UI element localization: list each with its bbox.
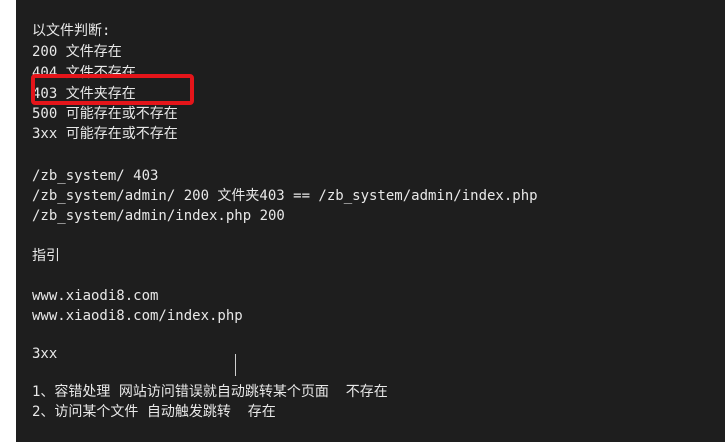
editor-line: /zb_system/admin/index.php 200 — [32, 208, 285, 224]
editor-line: 2、访问某个文件 自动触发跳转 存在 — [32, 404, 276, 420]
editor-line: 1、容错处理 网站访问错误就自动跳转某个页面 不存在 — [32, 384, 388, 400]
editor-line: 3xx — [32, 346, 58, 362]
editor-line: 指引 — [32, 248, 60, 264]
editor-line: 500 可能存在或不存在 — [32, 106, 178, 122]
highlight-annotation-box — [31, 74, 194, 105]
editor-line: 3xx 可能存在或不存在 — [32, 126, 178, 142]
editor-line: /zb_system/ 403 — [32, 168, 159, 184]
text-editor[interactable]: 以文件判断: 200 文件存在 404 文件不存在 403 文件夹存在 500 … — [16, 0, 725, 442]
screenshot-window: 以文件判断: 200 文件存在 404 文件不存在 403 文件夹存在 500 … — [0, 0, 725, 442]
editor-line: /zb_system/admin/ 200 文件夹403 == /zb_syst… — [32, 188, 538, 204]
editor-line: 以文件判断: — [32, 23, 111, 39]
editor-line: www.xiaodi8.com — [32, 288, 159, 304]
text-cursor — [235, 354, 236, 376]
editor-line: 200 文件存在 — [32, 44, 122, 60]
editor-line: www.xiaodi8.com/index.php — [32, 308, 243, 324]
